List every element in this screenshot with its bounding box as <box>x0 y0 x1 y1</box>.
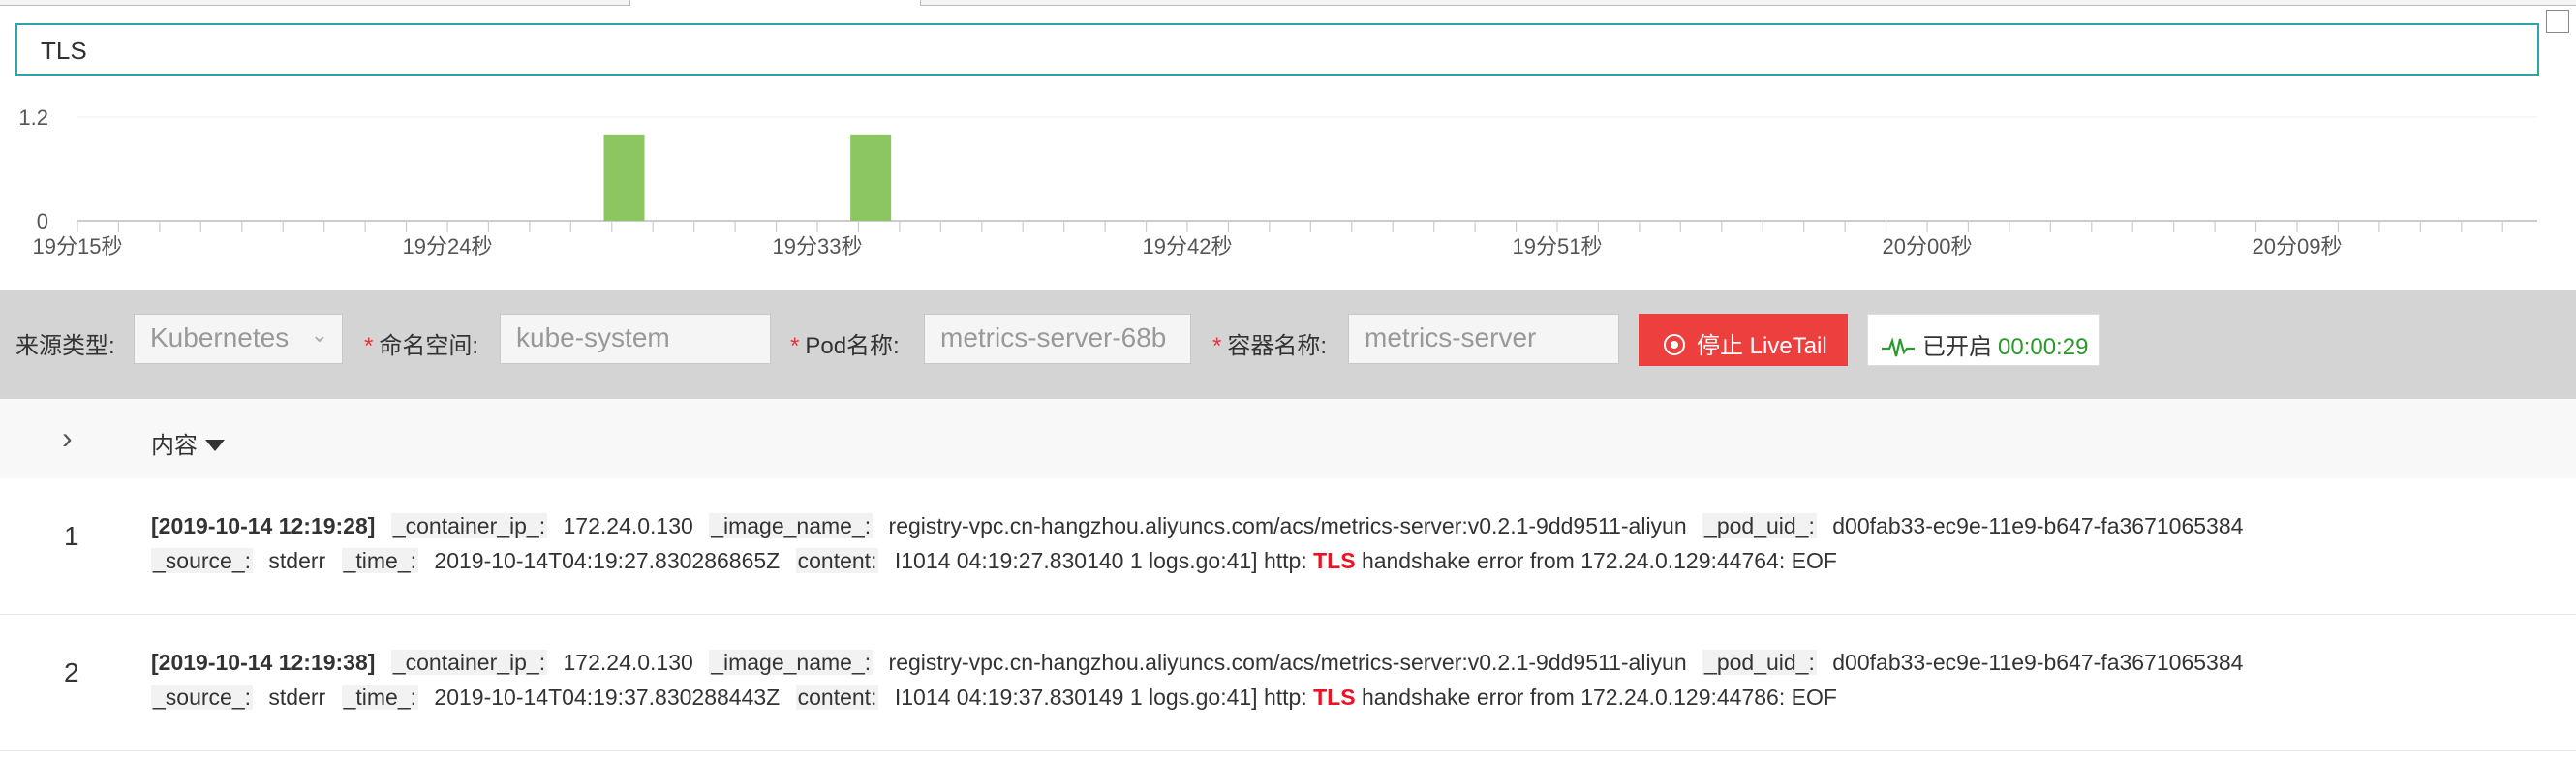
top-tab-segment[interactable] <box>0 0 340 6</box>
source-type-select[interactable]: Kubernetes ⌄ <box>134 314 343 364</box>
field-value: handshake error from 172.24.0.129:44786:… <box>1361 685 1837 710</box>
log-row[interactable]: 1 [2019-10-14 12:19:28] _container_ip_: … <box>0 478 2576 615</box>
namespace-label-text: 命名空间: <box>379 333 479 359</box>
x-tick-label: 19分33秒 <box>773 234 863 259</box>
required-mark: * <box>1212 333 1222 359</box>
field-value: stderr <box>268 548 326 573</box>
source-type-label: 来源类型: <box>15 333 115 359</box>
log-line-1: [2019-10-14 12:19:38] _container_ip_: 17… <box>151 650 2243 676</box>
field-key: _pod_uid_: <box>1702 513 1817 538</box>
corner-checkbox[interactable] <box>2546 10 2569 33</box>
pod-label-text: Pod名称: <box>805 333 900 359</box>
livetail-filter-bar: 来源类型: Kubernetes ⌄ * 命名空间: kube-system * P… <box>0 290 2576 399</box>
x-tick-label: 19分24秒 <box>403 234 493 259</box>
field-key: _source_: <box>151 685 254 710</box>
namespace-input[interactable]: kube-system <box>500 314 771 364</box>
top-tab-strip <box>0 0 2576 6</box>
log-line-1: [2019-10-14 12:19:28] _container_ip_: 17… <box>151 513 2243 539</box>
field-value: d00fab33-ec9e-11e9-b647-fa3671065384 <box>1832 513 2244 538</box>
histogram-chart: 1.2 0 19分15秒 19分24秒 19分33秒 19分42秒 19分51秒 20分00秒… <box>0 85 2576 289</box>
field-key: _pod_uid_: <box>1702 650 1817 675</box>
field-key: _container_ip_: <box>390 650 548 675</box>
histogram-svg: 1.2 019分15秒 19分24秒 19分33秒 19分42秒 19分51秒 20分00秒… <box>18 106 2537 259</box>
log-row[interactable]: 2 [2019-10-14 12:19:38] _container_ip_: … <box>0 615 2576 751</box>
field-value: registry-vpc.cn-hangzhou.aliyuncs.com/ac… <box>888 513 1687 538</box>
field-value: d00fab33-ec9e-11e9-b647-fa3671065384 <box>1832 650 2244 675</box>
top-tab-segment[interactable] <box>339 0 630 6</box>
field-value: stderr <box>268 685 326 710</box>
row-index: 1 <box>64 521 79 551</box>
y-tick-label: 0 <box>37 209 48 233</box>
field-value: I1014 04:19:37.830149 1 logs.go:41] http… <box>894 685 1307 710</box>
chevron-down-icon: ⌄ <box>310 322 328 347</box>
field-key: _time_: <box>341 685 419 710</box>
stop-record-icon <box>1664 334 1685 355</box>
pod-input[interactable]: metrics-server-68b <box>924 314 1191 364</box>
field-key: content: <box>795 548 879 573</box>
field-value: 172.24.0.130 <box>563 513 693 538</box>
content-column-header[interactable]: 内容 <box>151 426 225 460</box>
x-tick-label: 19分15秒 <box>33 234 123 259</box>
source-type-value: Kubernetes <box>150 322 290 352</box>
pod-value: metrics-server-68b <box>940 322 1167 352</box>
status-label: 已开启 <box>1922 334 1992 360</box>
top-tab-segment[interactable] <box>920 0 2576 6</box>
caret-down-icon <box>205 440 225 451</box>
field-key: _image_name_: <box>709 513 874 538</box>
x-tick-label: 20分09秒 <box>2253 234 2343 259</box>
field-key: _image_name_: <box>709 650 874 675</box>
stop-livetail-button[interactable]: 停止 LiveTail <box>1639 314 1848 366</box>
log-line-2: _source_: stderr _time_: 2019-10-14T04:1… <box>151 548 1837 574</box>
field-value: 2019-10-14T04:19:27.830286865Z <box>434 548 781 573</box>
row-index: 2 <box>64 657 79 687</box>
pulse-icon <box>1882 337 1915 357</box>
x-tick-label: 20分00秒 <box>1883 234 1973 259</box>
field-key: _time_: <box>341 548 419 573</box>
pod-label: * Pod名称: <box>790 326 900 360</box>
log-table-header: › 内容 <box>0 399 2576 479</box>
namespace-value: kube-system <box>516 322 670 352</box>
y-tick-label: 1.2 <box>18 106 48 130</box>
query-box[interactable] <box>15 23 2539 76</box>
log-line-2: _source_: stderr _time_: 2019-10-14T04:1… <box>151 685 1837 711</box>
field-value: registry-vpc.cn-hangzhou.aliyuncs.com/ac… <box>888 650 1687 675</box>
content-column-label: 内容 <box>151 433 198 459</box>
field-value: 2019-10-14T04:19:37.830288443Z <box>434 685 781 710</box>
status-timer: 00:00:29 <box>1998 334 2089 360</box>
log-timestamp: [2019-10-14 12:19:28] <box>151 513 376 538</box>
x-tick-label: 19分51秒 <box>1513 234 1603 259</box>
histogram-bar <box>603 134 645 221</box>
required-mark: * <box>364 333 374 359</box>
field-key: _container_ip_: <box>390 513 548 538</box>
x-tick-label: 19分42秒 <box>1143 234 1233 259</box>
stop-livetail-label: 停止 LiveTail <box>1697 333 1827 359</box>
field-value: 172.24.0.130 <box>563 650 693 675</box>
field-value: I1014 04:19:27.830140 1 logs.go:41] http… <box>894 548 1307 573</box>
namespace-label: * 命名空间: <box>364 326 478 360</box>
chevron-right-icon[interactable]: › <box>62 420 73 456</box>
highlight-match: TLS <box>1313 685 1356 710</box>
log-timestamp: [2019-10-14 12:19:38] <box>151 650 376 675</box>
highlight-match: TLS <box>1313 548 1356 573</box>
field-value: handshake error from 172.24.0.129:44764:… <box>1361 548 1837 573</box>
livetail-status: 已开启 00:00:29 <box>1867 314 2100 366</box>
field-key: _source_: <box>151 548 254 573</box>
container-input[interactable]: metrics-server <box>1348 314 1619 364</box>
container-label-text: 容器名称: <box>1227 333 1328 359</box>
query-input[interactable] <box>39 33 1011 68</box>
container-value: metrics-server <box>1365 322 1537 352</box>
histogram-bar <box>850 134 892 221</box>
container-label: * 容器名称: <box>1212 326 1327 360</box>
field-key: content: <box>795 685 879 710</box>
required-mark: * <box>790 333 800 359</box>
